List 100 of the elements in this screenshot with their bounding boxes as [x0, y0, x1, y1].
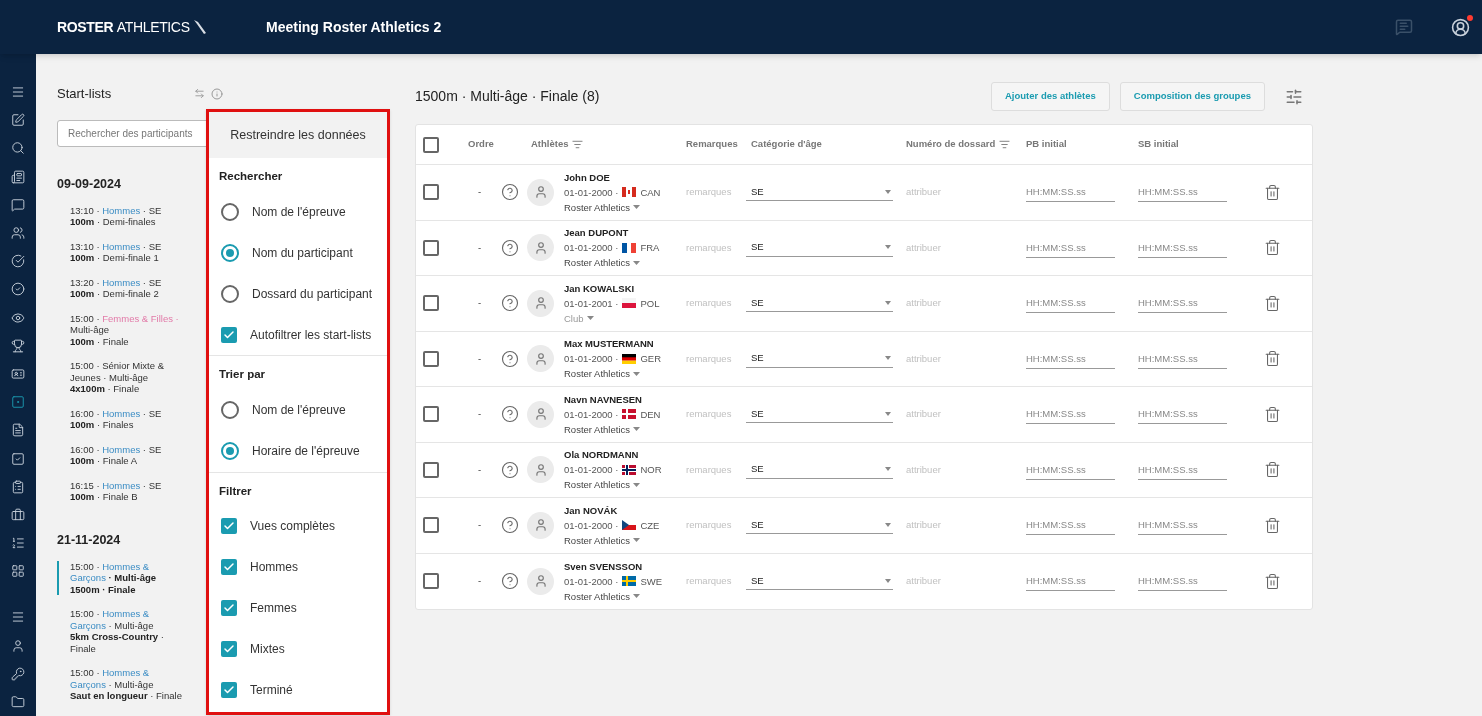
club-dropdown[interactable]: Roster Athletics: [564, 366, 661, 382]
sb-field[interactable]: HH:MM:SS.ss: [1138, 404, 1227, 425]
check-circle-icon[interactable]: [11, 254, 25, 269]
radio-button[interactable]: [221, 284, 239, 303]
delete-icon[interactable]: [1264, 405, 1281, 423]
menu-icon[interactable]: [11, 610, 25, 625]
document-icon[interactable]: [11, 423, 25, 438]
check-circle-icon[interactable]: [11, 282, 25, 297]
category-select[interactable]: SE: [746, 405, 893, 424]
help-icon[interactable]: [501, 238, 519, 257]
settings-icon[interactable]: [1285, 87, 1303, 106]
category-select[interactable]: SE: [746, 572, 893, 591]
event-item[interactable]: 15:00 · Hommes & Garçons · Multi-âge 5km Cross-Country · Finale: [57, 608, 187, 654]
radio-button[interactable]: [221, 401, 239, 419]
delete-icon[interactable]: [1264, 183, 1281, 201]
event-item[interactable]: 15:00 · Hommes & Garçons · Multi-âge 1500m · Finale: [57, 560, 187, 595]
checkbox[interactable]: [423, 406, 439, 423]
pb-field[interactable]: HH:MM:SS.ss: [1026, 571, 1115, 592]
users-icon[interactable]: [11, 226, 25, 241]
account-icon[interactable]: [1451, 17, 1470, 37]
help-icon[interactable]: [501, 460, 519, 479]
pb-field[interactable]: HH:MM:SS.ss: [1026, 404, 1115, 425]
checkbox[interactable]: [221, 518, 237, 535]
club-dropdown[interactable]: Roster Athletics: [564, 588, 663, 604]
checkbox[interactable]: [221, 641, 237, 658]
event-item[interactable]: 13:10 · Hommes · SE 100m · Demi-finale 1: [57, 240, 187, 264]
event-item[interactable]: 15:00 · Femmes & Filles · Multi-âge 100m · Finale: [57, 312, 187, 347]
event-item[interactable]: 15:00 · Sénior Mixte & Jeunes · Multi-âge 4x100m · Finale: [57, 360, 187, 395]
edit-icon[interactable]: [11, 113, 25, 128]
checkbox[interactable]: [221, 326, 237, 343]
delete-icon[interactable]: [1264, 239, 1281, 257]
help-icon[interactable]: [501, 405, 519, 424]
sb-field[interactable]: HH:MM:SS.ss: [1138, 293, 1227, 314]
delete-icon[interactable]: [1264, 294, 1281, 312]
checkbox[interactable]: [423, 184, 439, 201]
category-select[interactable]: SE: [746, 349, 893, 368]
event-item[interactable]: 16:00 · Hommes · SE 100m · Finales: [57, 407, 187, 431]
list-icon[interactable]: [11, 536, 25, 551]
club-dropdown[interactable]: Roster Athletics: [564, 421, 661, 437]
club-dropdown[interactable]: Roster Athletics: [564, 199, 661, 215]
sb-field[interactable]: HH:MM:SS.ss: [1138, 348, 1227, 369]
checkbox[interactable]: [423, 350, 439, 367]
club-dropdown[interactable]: Roster Athletics: [564, 477, 662, 493]
event-item[interactable]: 16:15 · Hommes · SE 100m · Finale B: [57, 479, 187, 503]
event-item[interactable]: 13:20 · Hommes · SE 100m · Demi-finale 2: [57, 276, 187, 300]
radio-button[interactable]: [221, 442, 239, 460]
card-icon[interactable]: [11, 366, 25, 381]
event-item[interactable]: 16:00 · Hommes · SE 100m · Finale A: [57, 443, 187, 467]
help-icon[interactable]: [501, 183, 519, 202]
category-select[interactable]: SE: [746, 238, 893, 257]
pb-field[interactable]: HH:MM:SS.ss: [1026, 459, 1115, 480]
checkbox-icon[interactable]: [11, 451, 25, 466]
sb-field[interactable]: HH:MM:SS.ss: [1138, 182, 1227, 203]
event-item[interactable]: 13:10 · Hommes · SE 100m · Demi-finales: [57, 204, 187, 228]
delete-icon[interactable]: [1264, 461, 1281, 479]
document-icon[interactable]: [11, 169, 25, 184]
category-select[interactable]: SE: [746, 183, 893, 202]
sb-field[interactable]: HH:MM:SS.ss: [1138, 571, 1227, 592]
checkbox[interactable]: [221, 559, 237, 576]
delete-icon[interactable]: [1264, 516, 1281, 534]
radio-button[interactable]: [221, 243, 239, 262]
radio-button[interactable]: [221, 202, 239, 221]
club-dropdown[interactable]: Roster Athletics: [564, 255, 660, 271]
sb-field[interactable]: HH:MM:SS.ss: [1138, 237, 1227, 258]
help-icon[interactable]: [501, 294, 519, 313]
help-icon[interactable]: [501, 572, 519, 591]
checkbox[interactable]: [221, 600, 237, 617]
search-icon[interactable]: [11, 141, 25, 156]
club-dropdown[interactable]: Roster Athletics: [564, 532, 660, 548]
filter-icon[interactable]: [572, 139, 584, 150]
list-icon[interactable]: [11, 479, 25, 494]
checkbox[interactable]: [423, 517, 439, 534]
category-select[interactable]: SE: [746, 460, 893, 479]
key-icon[interactable]: [11, 666, 25, 681]
briefcase-icon[interactable]: [11, 507, 25, 522]
checkbox[interactable]: [221, 682, 237, 699]
checkbox[interactable]: [423, 295, 439, 312]
sb-field[interactable]: HH:MM:SS.ss: [1138, 515, 1227, 536]
delete-icon[interactable]: [1264, 350, 1281, 368]
pb-field[interactable]: HH:MM:SS.ss: [1026, 515, 1115, 536]
pb-field[interactable]: HH:MM:SS.ss: [1026, 182, 1115, 203]
delete-icon[interactable]: [1264, 572, 1281, 590]
category-select[interactable]: SE: [746, 516, 893, 535]
grid-icon[interactable]: [11, 564, 25, 579]
menu-icon[interactable]: [11, 85, 25, 100]
checkbox[interactable]: [423, 573, 439, 590]
pb-field[interactable]: HH:MM:SS.ss: [1026, 237, 1115, 258]
checkbox[interactable]: [423, 239, 439, 256]
help-icon[interactable]: [501, 349, 519, 368]
help-icon[interactable]: [501, 516, 519, 535]
checkbox[interactable]: [423, 461, 439, 478]
sb-field[interactable]: HH:MM:SS.ss: [1138, 459, 1227, 480]
folder-icon[interactable]: [11, 695, 25, 710]
trophy-icon[interactable]: [11, 338, 25, 353]
event-item[interactable]: 15:00 · Hommes & Garçons · Multi-âge Saut en longueur · Finale: [57, 667, 187, 702]
pb-field[interactable]: HH:MM:SS.ss: [1026, 293, 1115, 314]
eye-icon[interactable]: [11, 310, 25, 325]
select-all-checkbox[interactable]: [423, 136, 439, 153]
filter-icon[interactable]: [999, 139, 1011, 150]
user-icon[interactable]: [11, 638, 25, 653]
